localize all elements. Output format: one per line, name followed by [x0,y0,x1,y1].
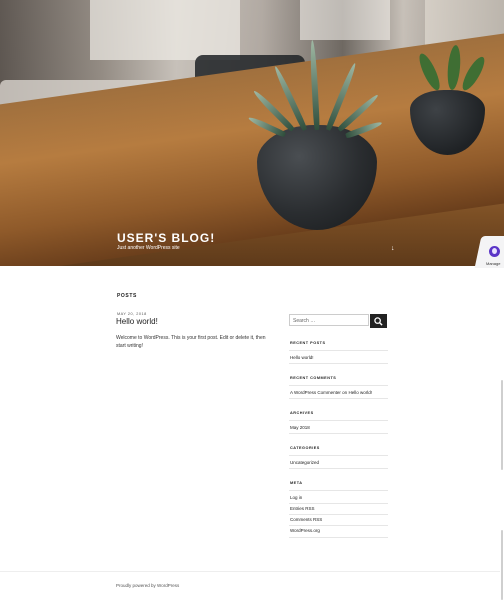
manage-label[interactable]: Manage [486,261,500,266]
widget-title-archives: ARCHIVES [290,411,314,415]
manage-icon[interactable] [489,246,500,257]
divider [289,398,388,399]
widget-title-meta: META [290,481,303,485]
divider [289,468,388,469]
divider [289,385,388,386]
recent-comment-item[interactable]: A WordPress Commenter on Hello world! [290,390,372,395]
divider [289,525,388,526]
widget-title-categories: CATEGORIES [290,446,320,450]
divider [289,433,388,434]
divider [289,503,388,504]
arrow-down-icon[interactable]: ↓ [391,245,395,252]
scrollbar-track[interactable] [501,380,503,470]
footer-divider [0,571,504,572]
post-date[interactable]: MAY 20, 2018 [117,312,147,316]
footer-credit[interactable]: Proudly powered by WordPress [116,583,179,588]
widget-title-recent-posts: RECENT POSTS [290,341,326,345]
divider [289,490,388,491]
meta-item-entries-rss[interactable]: Entries RSS [290,506,315,511]
post-title[interactable]: Hello world! [116,317,158,326]
search-icon [374,317,383,326]
search-form: Search … [289,314,387,328]
post-body: Welcome to WordPress. This is your first… [116,335,266,349]
divider [289,420,388,421]
divider [289,350,388,351]
divider [289,363,388,364]
archive-item[interactable]: May 2018 [290,425,310,430]
widget-title-recent-comments: RECENT COMMENTS [290,376,337,380]
posts-heading: POSTS [117,293,137,299]
recent-post-item[interactable]: Hello world! [290,355,314,360]
divider [289,537,388,538]
meta-item-comments-rss[interactable]: Comments RSS [290,517,322,522]
search-button[interactable] [370,314,387,328]
search-input[interactable]: Search … [289,314,369,326]
scrollbar-thumb[interactable] [501,530,503,600]
meta-item-log-in[interactable]: Log in [290,495,302,500]
site-description: Just another WordPress site [117,245,180,251]
divider [289,455,388,456]
category-item[interactable]: Uncategorized [290,460,319,465]
site-title[interactable]: USER'S BLOG! [117,231,215,245]
meta-item-wordpress-org[interactable]: WordPress.org [290,528,320,533]
divider [289,514,388,515]
header-image [0,0,504,266]
